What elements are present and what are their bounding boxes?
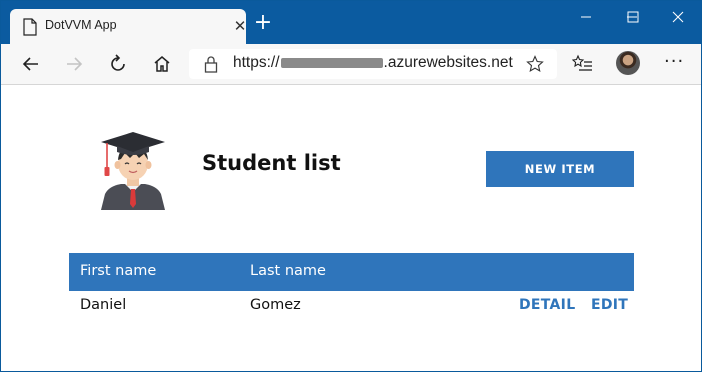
students-table: First name Last name Daniel Gomez DETAIL… <box>69 253 634 321</box>
favorite-star-icon[interactable] <box>526 55 544 73</box>
column-header-last-name: Last name <box>250 263 326 279</box>
back-arrow-icon[interactable] <box>20 53 42 75</box>
edit-link[interactable]: EDIT <box>591 297 628 313</box>
home-icon[interactable] <box>151 53 173 75</box>
detail-link[interactable]: DETAIL <box>519 297 575 313</box>
page-icon <box>23 18 37 36</box>
url-suffix: .azurewebsites.net <box>383 54 513 71</box>
lock-icon[interactable] <box>204 55 218 73</box>
forward-arrow-icon[interactable] <box>63 53 85 75</box>
close-tab-icon[interactable]: ✕ <box>232 18 248 34</box>
redacted-host <box>280 57 383 68</box>
address-bar[interactable]: https:// .azurewebsites.net <box>189 49 557 79</box>
student-graduate-icon <box>101 132 165 210</box>
close-window-icon[interactable] <box>672 11 684 23</box>
title-bar: DotVVM App ✕ + <box>1 1 701 44</box>
column-header-first-name: First name <box>80 263 157 279</box>
browser-toolbar: https:// .azurewebsites.net ··· <box>1 44 701 85</box>
maximize-icon[interactable] <box>627 11 639 23</box>
new-item-button[interactable]: NEW ITEM <box>486 151 634 187</box>
more-menu-icon[interactable]: ··· <box>664 51 684 72</box>
url-prefix: https:// <box>233 54 280 71</box>
page-content: Student list NEW ITEM First name Last na… <box>1 86 701 371</box>
cell-last-name: Gomez <box>250 297 301 313</box>
refresh-icon[interactable] <box>107 53 129 75</box>
profile-avatar[interactable] <box>616 51 640 75</box>
table-header: First name Last name <box>69 253 634 291</box>
table-row: Daniel Gomez DETAIL EDIT <box>69 291 634 321</box>
new-tab-button[interactable]: + <box>253 12 273 34</box>
page-title: Student list <box>202 151 341 175</box>
browser-window: DotVVM App ✕ + https:// .azurewebsites.n… <box>0 0 702 372</box>
browser-tab[interactable]: DotVVM App ✕ <box>10 9 246 44</box>
cell-first-name: Daniel <box>80 297 127 313</box>
url-text: https:// .azurewebsites.net <box>233 54 513 72</box>
favorites-list-icon[interactable] <box>572 53 594 75</box>
minimize-icon[interactable] <box>580 11 592 23</box>
tab-title: DotVVM App <box>45 18 117 32</box>
